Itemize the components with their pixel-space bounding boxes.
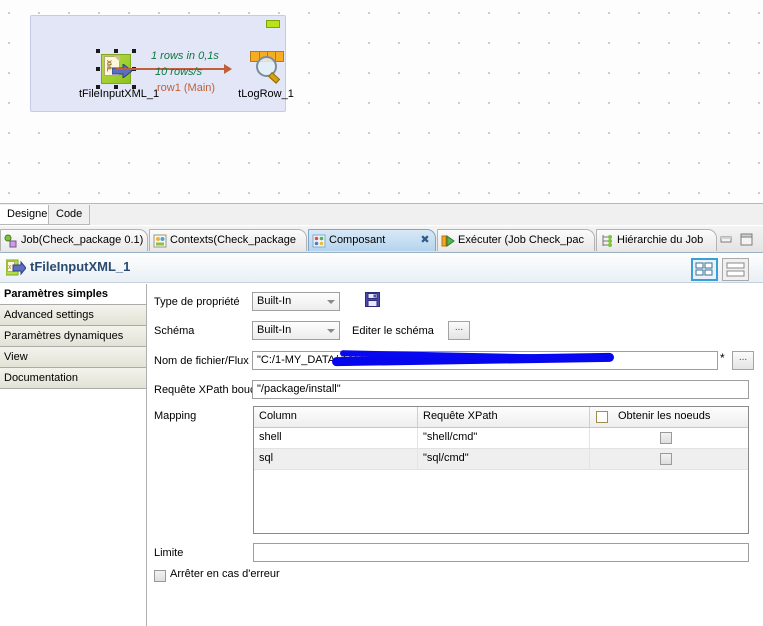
tab-executer[interactable]: Exécuter (Job Check_pac — [437, 229, 595, 251]
get-nodes-checkbox[interactable] — [660, 432, 672, 444]
mapping-table-header: Column Requête XPath Obtenir les noeuds — [254, 407, 748, 428]
floppy-save-icon[interactable] — [365, 292, 380, 307]
component-settings-body: Paramètres simples Advanced settings Par… — [0, 284, 763, 626]
side-tab-parametres-dynamiques[interactable]: Paramètres dynamiques — [0, 326, 146, 347]
maximize-icon[interactable] — [739, 233, 754, 246]
job-node-tlogrow[interactable]: tLogRow_1 — [227, 51, 305, 100]
edit-schema-label: Editer le schéma — [352, 325, 434, 337]
xpath-loop-input[interactable]: "/package/install" — [252, 380, 749, 399]
chevron-down-icon — [327, 329, 335, 333]
cell-column: sql — [254, 449, 418, 469]
cell-xpath: "sql/cmd" — [418, 449, 590, 469]
side-tab-view[interactable]: View — [0, 347, 146, 368]
tab-label: Job(Check_package 0.1) — [21, 234, 144, 246]
column-header-column[interactable]: Column — [254, 407, 418, 427]
contexts-icon — [153, 234, 167, 248]
job-node-label: tLogRow_1 — [238, 88, 294, 100]
side-tab-parametres-simples[interactable]: Paramètres simples — [0, 284, 146, 305]
page-title: tFileInputXML_1 — [30, 259, 131, 274]
tab-label: Composant — [329, 234, 386, 246]
component-icon — [312, 234, 326, 248]
cell-get-nodes — [590, 428, 748, 448]
tab-job[interactable]: Job(Check_package 0.1) — [0, 229, 148, 251]
tab-label: Exécuter (Job Check_pac — [458, 234, 584, 246]
edit-schema-button[interactable]: ... — [448, 321, 470, 340]
column-header-xpath[interactable]: Requête XPath — [418, 407, 590, 427]
limite-input[interactable] — [253, 543, 749, 562]
get-nodes-select-all-checkbox[interactable] — [596, 411, 608, 423]
property-type-value: Built-In — [257, 295, 292, 307]
job-node-label: tFileInputXML_1 — [79, 88, 160, 100]
filename-modified-marker: * — [720, 351, 725, 365]
limite-label: Limite — [154, 547, 184, 559]
tab-hierarchie-du-job[interactable]: Hiérarchie du Job — [596, 229, 717, 251]
tab-label: Contexts(Check_package — [170, 234, 296, 246]
settings-form: Type de propriété Built-In Schéma Built-… — [148, 284, 763, 626]
list-view-button[interactable] — [722, 258, 749, 281]
side-tab-advanced-settings[interactable]: Advanced settings — [0, 305, 146, 326]
log-row-icon[interactable] — [248, 51, 284, 87]
run-icon — [441, 235, 455, 247]
column-header-get-nodes[interactable]: Obtenir les noeuds — [590, 407, 748, 427]
schema-value: Built-In — [257, 324, 292, 336]
hierarchy-icon — [602, 235, 612, 247]
chevron-down-icon — [327, 300, 335, 304]
mapping-label: Mapping — [154, 410, 197, 422]
subjob-collapse-toggle[interactable] — [266, 20, 280, 28]
editor-tab-bar: Designer Code — [0, 203, 763, 225]
table-row[interactable]: sql "sql/cmd" — [254, 449, 748, 470]
magnifier-handle-icon — [267, 72, 281, 84]
flow-stat-rows: 1 rows in 0,1s — [151, 50, 219, 62]
cell-column: shell — [254, 428, 418, 448]
tab-composant[interactable]: Composant ✖ — [308, 229, 436, 251]
table-row[interactable]: shell "shell/cmd" — [254, 428, 748, 449]
property-type-select[interactable]: Built-In — [252, 292, 340, 311]
filename-browse-button[interactable]: ... — [732, 351, 754, 370]
close-icon[interactable]: ✖ — [419, 234, 431, 247]
job-icon — [4, 234, 17, 248]
xpath-loop-value: "/package/install" — [257, 383, 341, 395]
job-node-tfileinputxml[interactable]: XML tFileInputXML_1 — [79, 49, 160, 100]
minimize-icon[interactable] — [719, 233, 734, 246]
cell-xpath: "shell/cmd" — [418, 428, 590, 448]
mapping-table[interactable]: Column Requête XPath Obtenir les noeuds … — [253, 406, 749, 534]
tab-code[interactable]: Code — [48, 205, 91, 225]
xpath-loop-label: Requête XPath boucle — [154, 384, 265, 396]
tab-contexts[interactable]: Contexts(Check_package — [149, 229, 307, 251]
subjob-container[interactable]: XML tFileInputXML_1 1 rows in 0,1s 10 ro… — [30, 15, 294, 112]
log-icon-graphic — [248, 51, 286, 84]
schema-label: Schéma — [154, 325, 195, 337]
tab-label: Hiérarchie du Job — [617, 234, 704, 246]
get-nodes-checkbox[interactable] — [660, 453, 672, 465]
property-type-label: Type de propriété — [154, 296, 240, 308]
component-view-header: X tFileInputXML_1 — [0, 253, 763, 283]
grid-view-button[interactable] — [691, 258, 718, 281]
side-tab-documentation[interactable]: Documentation — [0, 368, 146, 389]
xml-input-icon: X — [6, 259, 26, 276]
view-tab-strip: Job(Check_package 0.1) Contexts(Check_pa… — [0, 226, 763, 253]
die-on-error-checkbox[interactable] — [154, 570, 166, 582]
job-designer-canvas[interactable]: XML tFileInputXML_1 1 rows in 0,1s 10 ro… — [0, 0, 763, 203]
component-view-toggle — [691, 258, 753, 282]
view-window-buttons — [719, 231, 759, 247]
flow-connection-label: row1 (Main) — [157, 82, 216, 94]
filename-label: Nom de fichier/Flux — [154, 355, 249, 367]
cell-get-nodes — [590, 449, 748, 469]
flow-stat-rate: 10 rows/s — [155, 66, 203, 78]
die-on-error-label: Arrêter en cas d'erreur — [170, 568, 280, 580]
schema-select[interactable]: Built-In — [252, 321, 340, 340]
settings-side-tabs: Paramètres simples Advanced settings Par… — [0, 284, 147, 626]
